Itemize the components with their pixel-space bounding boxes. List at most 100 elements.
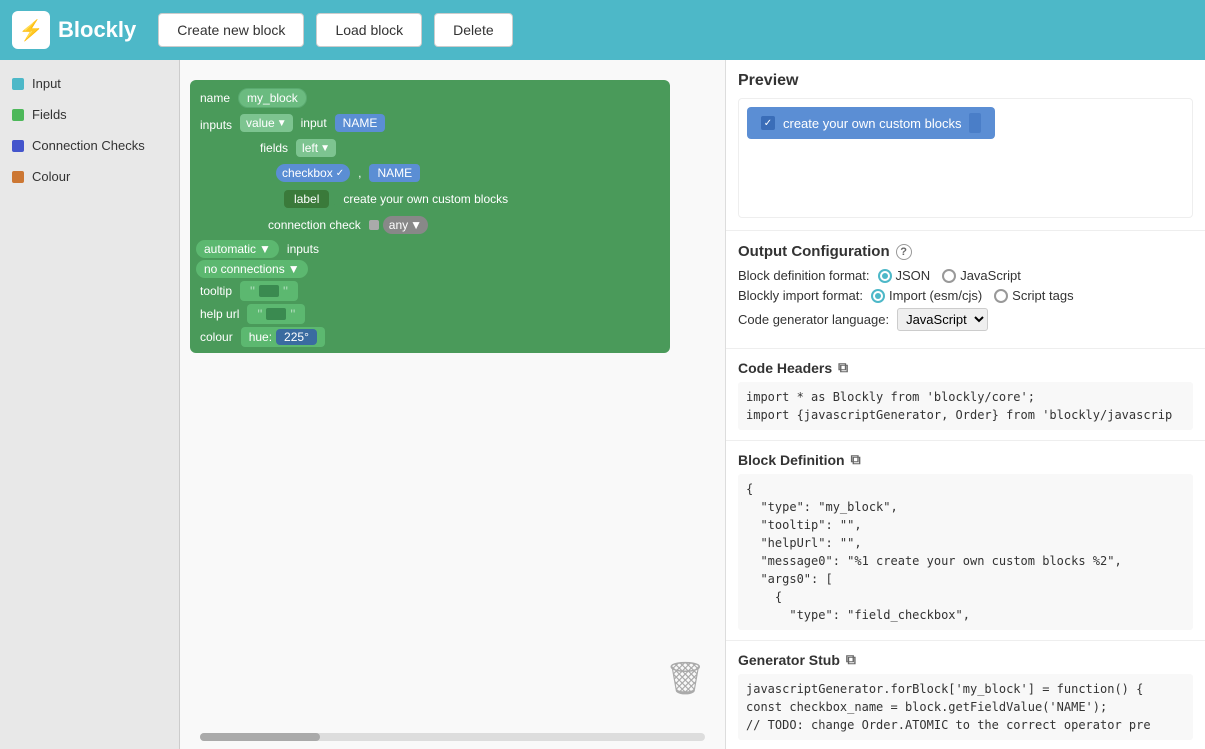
auto-arrow: ▼ — [259, 242, 271, 256]
output-help-icon[interactable]: ? — [896, 244, 912, 260]
sidebar-item-colour[interactable]: Colour — [0, 161, 179, 192]
inputs-label: inputs — [196, 116, 236, 134]
block-def-format-options: JSON JavaScript — [878, 268, 1021, 283]
canvas-scrollbar-thumb[interactable] — [200, 733, 320, 741]
script-radio[interactable] — [994, 289, 1008, 303]
code-header-line2: import {javascriptGenerator, Order} from… — [746, 406, 1185, 424]
preview-block-text: create your own custom blocks — [783, 116, 961, 131]
name-value[interactable]: my_block — [238, 88, 307, 108]
esm-option[interactable]: Import (esm/cjs) — [871, 288, 982, 303]
block-editor: name my_block inputs value ▼ input — [190, 80, 670, 353]
generator-stub-title: Generator Stub ⧉ — [738, 651, 1193, 668]
helpurl-open-quote: " — [257, 306, 262, 322]
code-header-line1: import * as Blockly from 'blockly/core'; — [746, 388, 1185, 406]
sidebar-item-colour-label: Colour — [32, 169, 70, 184]
output-title: Output Configuration ? — [738, 243, 1193, 260]
fields-row: fields left ▼ — [256, 139, 518, 157]
import-format-options: Import (esm/cjs) Script tags — [871, 288, 1074, 303]
fields-dot — [12, 109, 24, 121]
json-radio[interactable] — [878, 269, 892, 283]
colour-dot — [12, 171, 24, 183]
input-dot — [12, 78, 24, 90]
generator-lang-row: Code generator language: JavaScript Pyth… — [738, 308, 1193, 331]
block-definition-copy-icon[interactable]: ⧉ — [851, 451, 861, 468]
generator-stub-section: Generator Stub ⧉ javascriptGenerator.for… — [726, 641, 1205, 749]
helpurl-row: help url " " — [196, 304, 664, 324]
main-area: Input Fields Connection Checks Colour na… — [0, 60, 1205, 749]
close-quote: " — [283, 283, 288, 299]
sidebar: Input Fields Connection Checks Colour — [0, 60, 180, 749]
script-tags-option[interactable]: Script tags — [994, 288, 1073, 303]
label-tag[interactable]: label — [284, 190, 329, 208]
canvas-scrollbar[interactable] — [200, 733, 705, 741]
checkbox-pill: checkbox ✓ — [276, 164, 350, 182]
helpurl-value — [266, 308, 286, 320]
open-quote: " — [250, 283, 255, 299]
tooltip-input[interactable]: " " — [240, 281, 298, 301]
preview-check-icon: ✓ — [761, 116, 775, 130]
code-headers-title: Code Headers ⧉ — [738, 359, 1193, 376]
check-icon: ✓ — [336, 168, 344, 179]
sidebar-item-connection-checks-label: Connection Checks — [32, 138, 145, 153]
generator-stub-code: javascriptGenerator.forBlock['my_block']… — [738, 674, 1193, 740]
hue-pill[interactable]: hue: 225° — [241, 327, 325, 347]
code-headers-copy-icon[interactable]: ⧉ — [838, 359, 848, 376]
label-text[interactable]: create your own custom blocks — [333, 189, 518, 209]
name-row: name my_block — [196, 88, 664, 108]
generator-stub-copy-icon[interactable]: ⧉ — [846, 651, 856, 668]
javascript-option[interactable]: JavaScript — [942, 268, 1021, 283]
preview-title: Preview — [738, 72, 1193, 90]
no-connections-row: no connections ▼ — [196, 260, 664, 278]
conn-check-label: connection check — [264, 216, 365, 234]
fields-label: fields — [256, 139, 292, 157]
tooltip-value — [259, 285, 279, 297]
right-panel: Preview ✓ create your own custom blocks … — [725, 60, 1205, 749]
block-canvas[interactable]: name my_block inputs value ▼ input — [180, 60, 725, 749]
connection-check-row: connection check any ▼ — [264, 216, 518, 234]
automatic-row: automatic ▼ inputs — [196, 240, 664, 258]
inputs-tag: inputs — [283, 240, 323, 258]
conn-square — [369, 220, 379, 230]
block-def-format-row: Block definition format: JSON JavaScript — [738, 268, 1193, 283]
helpurl-label: help url — [196, 305, 243, 323]
no-connections-pill[interactable]: no connections ▼ — [196, 260, 308, 278]
code-headers-block: import * as Blockly from 'blockly/core';… — [738, 382, 1193, 430]
logo-area: ⚡ Blockly — [12, 11, 136, 49]
esm-radio[interactable] — [871, 289, 885, 303]
preview-area: ✓ create your own custom blocks — [738, 98, 1193, 218]
sidebar-item-input-label: Input — [32, 76, 61, 91]
sidebar-item-connection-checks[interactable]: Connection Checks — [0, 130, 179, 161]
js-radio[interactable] — [942, 269, 956, 283]
comma-label: , — [354, 164, 365, 182]
tooltip-row: tooltip " " — [196, 281, 664, 301]
load-block-button[interactable]: Load block — [316, 13, 422, 47]
input-label: input — [297, 114, 331, 132]
fields-section: fields left ▼ checkbox — [256, 137, 518, 236]
create-new-block-button[interactable]: Create new block — [158, 13, 304, 47]
sidebar-item-input[interactable]: Input — [0, 68, 179, 99]
sidebar-item-fields[interactable]: Fields — [0, 99, 179, 130]
import-format-row: Blockly import format: Import (esm/cjs) … — [738, 288, 1193, 303]
header: ⚡ Blockly Create new block Load block De… — [0, 0, 1205, 60]
logo-icon: ⚡ — [12, 11, 50, 49]
logo-text: Blockly — [58, 17, 136, 43]
name-tag2: NAME — [369, 164, 420, 182]
trash-icon[interactable]: 🗑 — [665, 659, 705, 709]
stub-line2: const checkbox_name = block.getFieldValu… — [746, 698, 1185, 716]
hue-value[interactable]: 225° — [276, 329, 317, 345]
main-block[interactable]: name my_block inputs value ▼ input — [190, 80, 670, 353]
any-arrow: ▼ — [410, 218, 422, 232]
value-input-row: value ▼ input NAME — [240, 114, 518, 132]
delete-button[interactable]: Delete — [434, 13, 512, 47]
any-pill[interactable]: any ▼ — [383, 216, 428, 234]
value-pill[interactable]: value ▼ — [240, 114, 293, 132]
value-arrow: ▼ — [277, 118, 287, 129]
automatic-pill[interactable]: automatic ▼ — [196, 240, 279, 258]
preview-block: ✓ create your own custom blocks — [747, 107, 995, 139]
generator-language-select[interactable]: JavaScript Python Lua Dart PHP — [897, 308, 988, 331]
json-option[interactable]: JSON — [878, 268, 931, 283]
left-pill[interactable]: left ▼ — [296, 139, 336, 157]
sidebar-item-fields-label: Fields — [32, 107, 67, 122]
inputs-section: inputs value ▼ input NAME — [196, 112, 664, 236]
helpurl-input[interactable]: " " — [247, 304, 305, 324]
